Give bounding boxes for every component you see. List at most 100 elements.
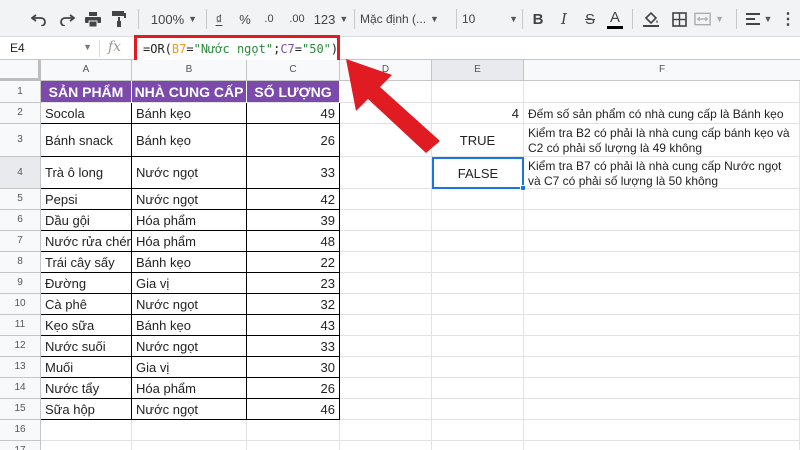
row-header-5[interactable]: 5 <box>0 189 41 210</box>
supplier-cell[interactable]: Bánh kẹo <box>132 103 247 124</box>
supplier-cell[interactable]: Hóa phẩm <box>132 210 247 231</box>
row-header-16[interactable]: 16 <box>0 420 41 441</box>
row-header-3[interactable]: 3 <box>0 124 41 157</box>
column-header-b[interactable]: B <box>132 60 247 81</box>
fill-color-icon[interactable] <box>640 8 662 30</box>
empty-cell[interactable] <box>340 378 432 399</box>
empty-cell[interactable] <box>340 420 432 441</box>
product-cell[interactable]: Bánh snack <box>41 124 132 157</box>
product-cell[interactable]: Trà ô long <box>41 157 132 189</box>
row-header-8[interactable]: 8 <box>0 252 41 273</box>
product-cell[interactable]: Muối <box>41 357 132 378</box>
product-cell[interactable]: Cà phê <box>41 294 132 315</box>
empty-cell[interactable] <box>340 157 432 189</box>
paint-format-icon[interactable] <box>108 8 130 30</box>
undo-icon[interactable] <box>28 8 50 30</box>
product-cell[interactable]: Nước suối <box>41 336 132 357</box>
supplier-cell[interactable]: Nước ngọt <box>132 157 247 189</box>
increase-decimal-button[interactable]: .00 <box>284 8 310 30</box>
supplier-cell[interactable]: Bánh kẹo <box>132 252 247 273</box>
row-header-1[interactable]: 1 <box>0 81 41 103</box>
supplier-cell[interactable]: Hóa phẩm <box>132 378 247 399</box>
note-cell-f3[interactable]: Kiểm tra B2 có phải là nhà cung cấp bánh… <box>524 124 800 157</box>
quantity-cell[interactable]: 33 <box>247 157 340 189</box>
product-cell[interactable]: Nước tẩy <box>41 378 132 399</box>
quantity-cell[interactable]: 42 <box>247 189 340 210</box>
empty-cell[interactable] <box>432 189 524 210</box>
empty-cell[interactable] <box>247 420 340 441</box>
quantity-cell[interactable]: 32 <box>247 294 340 315</box>
formula-input[interactable]: =OR(B7="Nước ngọt";C7="50") <box>134 35 340 63</box>
quantity-cell[interactable]: 26 <box>247 378 340 399</box>
italic-button[interactable]: I <box>554 8 574 30</box>
text-color-button[interactable]: A <box>604 8 626 30</box>
product-cell[interactable]: Đường <box>41 273 132 294</box>
empty-cell[interactable] <box>340 294 432 315</box>
selected-cell-e4[interactable]: FALSE <box>432 157 524 189</box>
merge-cells-icon[interactable]: ▼ <box>694 8 724 30</box>
row-header-17[interactable]: 17 <box>0 441 41 450</box>
empty-cell[interactable] <box>432 420 524 441</box>
note-cell-f2[interactable]: Đếm số sản phẩm có nhà cung cấp là Bánh … <box>524 103 800 124</box>
empty-cell[interactable] <box>132 420 247 441</box>
currency-format-button[interactable]: ₫ <box>210 8 228 30</box>
empty-cell[interactable] <box>41 441 132 450</box>
number-format-select[interactable]: 123 ▼ <box>312 8 350 30</box>
zoom-select[interactable]: 100% ▼ <box>146 8 202 30</box>
header-so-luong[interactable]: SỐ LƯỢNG <box>247 81 340 103</box>
supplier-cell[interactable]: Nước ngọt <box>132 294 247 315</box>
empty-cell[interactable] <box>524 273 800 294</box>
empty-cell[interactable] <box>340 399 432 420</box>
header-san-pham[interactable]: SẢN PHẨM <box>41 81 132 103</box>
empty-cell[interactable] <box>247 441 340 450</box>
quantity-cell[interactable]: 26 <box>247 124 340 157</box>
fill-handle[interactable] <box>520 185 526 191</box>
row-header-14[interactable]: 14 <box>0 378 41 399</box>
product-cell[interactable]: Kẹo sữa <box>41 315 132 336</box>
empty-cell[interactable] <box>432 399 524 420</box>
empty-cell[interactable] <box>340 315 432 336</box>
empty-cell[interactable] <box>524 315 800 336</box>
empty-cell[interactable] <box>432 231 524 252</box>
supplier-cell[interactable]: Gia vị <box>132 357 247 378</box>
row-header-11[interactable]: 11 <box>0 315 41 336</box>
row-header-12[interactable]: 12 <box>0 336 41 357</box>
note-cell-f4[interactable]: Kiểm tra B7 có phải là nhà cung cấp Nước… <box>524 157 800 189</box>
column-header-a[interactable]: A <box>41 60 132 81</box>
quantity-cell[interactable]: 22 <box>247 252 340 273</box>
quantity-cell[interactable]: 48 <box>247 231 340 252</box>
more-icon[interactable]: ⋮ <box>780 8 796 30</box>
empty-cell[interactable] <box>524 399 800 420</box>
empty-cell[interactable] <box>340 357 432 378</box>
empty-cell[interactable] <box>432 378 524 399</box>
empty-cell[interactable] <box>432 210 524 231</box>
row-header-13[interactable]: 13 <box>0 357 41 378</box>
empty-cell[interactable] <box>340 336 432 357</box>
product-cell[interactable]: Dầu gội <box>41 210 132 231</box>
row-header-7[interactable]: 7 <box>0 231 41 252</box>
row-header-15[interactable]: 15 <box>0 399 41 420</box>
row-header-6[interactable]: 6 <box>0 210 41 231</box>
empty-cell[interactable] <box>524 210 800 231</box>
empty-cell[interactable] <box>524 189 800 210</box>
font-family-select[interactable]: Mặc định (... ▼ <box>360 8 448 30</box>
quantity-cell[interactable]: 46 <box>247 399 340 420</box>
supplier-cell[interactable]: Nước ngọt <box>132 189 247 210</box>
supplier-cell[interactable]: Bánh kẹo <box>132 124 247 157</box>
row-header-10[interactable]: 10 <box>0 294 41 315</box>
row-header-4[interactable]: 4 <box>0 157 41 189</box>
empty-cell[interactable] <box>340 189 432 210</box>
empty-cell[interactable] <box>524 81 800 103</box>
supplier-cell[interactable]: Gia vị <box>132 273 247 294</box>
column-header-c[interactable]: C <box>247 60 340 81</box>
bold-button[interactable]: B <box>528 8 548 30</box>
product-cell[interactable]: Socola <box>41 103 132 124</box>
column-header-f[interactable]: F <box>524 60 800 81</box>
empty-cell[interactable] <box>340 210 432 231</box>
empty-cell[interactable] <box>340 441 432 450</box>
redo-icon[interactable] <box>56 8 78 30</box>
product-cell[interactable]: Nước rửa chén <box>41 231 132 252</box>
header-nha-cung-cap[interactable]: NHÀ CUNG CẤP <box>132 81 247 103</box>
empty-cell[interactable] <box>41 420 132 441</box>
empty-cell[interactable] <box>340 252 432 273</box>
